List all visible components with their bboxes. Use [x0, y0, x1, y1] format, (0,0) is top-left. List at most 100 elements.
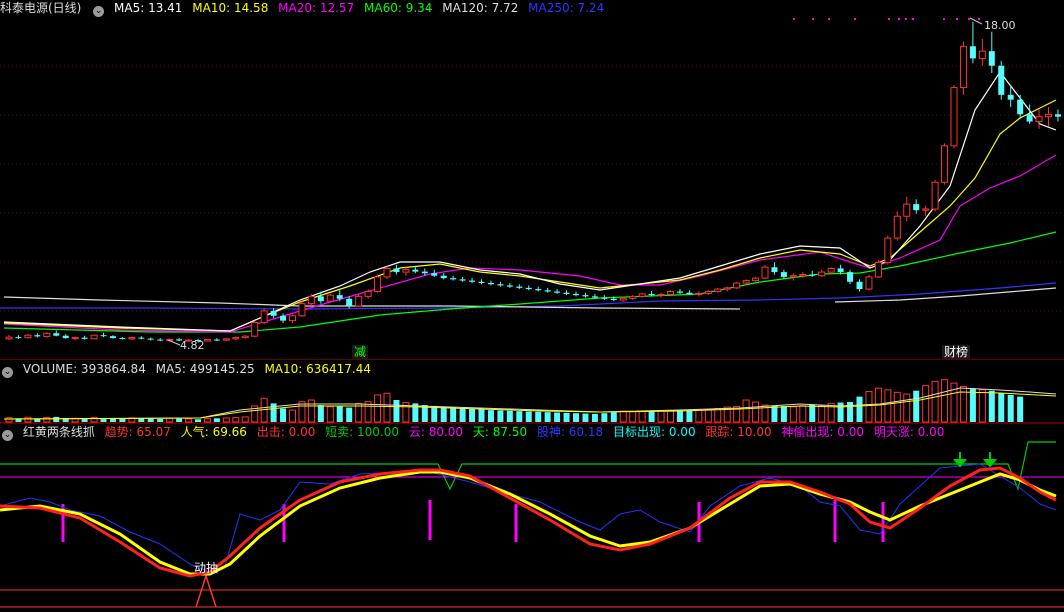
- candle-body: [742, 280, 750, 284]
- volume-bar: [43, 417, 51, 423]
- volume-bar: [638, 411, 646, 423]
- volume-bar: [506, 410, 513, 422]
- candle-body: [213, 339, 220, 341]
- volume-bar: [771, 405, 778, 422]
- volume-bar: [326, 406, 334, 423]
- candle-body: [260, 310, 268, 324]
- volume-bar: [222, 417, 230, 423]
- volume-bar: [383, 392, 391, 423]
- candle-body: [582, 295, 589, 297]
- candle-body: [71, 337, 79, 340]
- candle-body: [203, 339, 211, 342]
- volume-bar: [497, 410, 504, 422]
- chevron-down-icon[interactable]: ⌄: [93, 6, 105, 17]
- volume-bar: [1017, 396, 1024, 422]
- moving-average-lines: [0, 70, 1057, 333]
- candle-body: [714, 288, 722, 292]
- candle-body: [695, 292, 703, 295]
- ma250-label: MA250: 7.24: [528, 1, 605, 15]
- top-signal-dots: [793, 18, 980, 20]
- candle-body: [978, 50, 986, 59]
- volume-bar: [856, 396, 863, 422]
- candle-body: [138, 337, 145, 339]
- volume-bar: [157, 418, 164, 422]
- candle-body: [535, 289, 542, 291]
- volume-bar: [809, 404, 816, 422]
- volume-bar: [307, 399, 315, 423]
- candle-body: [5, 336, 13, 340]
- volume-bar: [195, 419, 201, 422]
- candle-body: [450, 278, 457, 280]
- volume-bar: [450, 407, 457, 422]
- volume-bar: [166, 417, 174, 423]
- candle-body: [856, 281, 863, 290]
- price-chart[interactable]: 18.00 4.82: [0, 0, 1064, 360]
- candle-body: [374, 276, 382, 292]
- volume-bar: [24, 416, 32, 423]
- candle-body: [157, 339, 164, 341]
- volume-bar: [865, 391, 873, 423]
- volume-bar: [969, 388, 976, 422]
- candle-body: [440, 275, 447, 279]
- volume-bar: [525, 411, 532, 422]
- candle-body: [544, 290, 551, 292]
- volume-bar: [317, 405, 324, 422]
- candle-body: [998, 65, 1005, 95]
- volume-bar: [203, 418, 211, 423]
- candle-body: [733, 282, 741, 289]
- indicator-chart[interactable]: 动抽: [0, 424, 1064, 612]
- volume-bar: [648, 410, 655, 422]
- volume-bar: [459, 408, 466, 422]
- candle-body: [723, 287, 731, 290]
- candle-body: [15, 337, 22, 339]
- ma120-line-right: [834, 287, 1057, 303]
- candle-body: [1035, 116, 1043, 123]
- candle-body: [497, 284, 504, 286]
- volume-bar: [686, 410, 693, 422]
- candle-body: [270, 310, 277, 316]
- volume-bar: [5, 417, 13, 423]
- ma250-line: [0, 282, 1057, 310]
- candle-body: [837, 268, 844, 273]
- candle-body: [487, 283, 494, 285]
- volume-bar: [998, 393, 1005, 422]
- volume-bar: [119, 418, 126, 422]
- volume-bar: [780, 406, 787, 422]
- volume-bar: [346, 407, 353, 422]
- volume-bar: [619, 410, 627, 423]
- candle-body: [478, 281, 485, 284]
- candle-body: [610, 298, 617, 300]
- cloud-bars: [61, 500, 885, 542]
- event-tag-reduce[interactable]: 减: [352, 345, 369, 359]
- volume-bar: [601, 413, 608, 422]
- volume-chart[interactable]: [0, 362, 1064, 424]
- volume-bar: [431, 405, 438, 422]
- volume-bar: [582, 413, 589, 422]
- volume-bar: [185, 418, 193, 423]
- volume-bar: [440, 406, 447, 422]
- candle-body: [827, 267, 835, 273]
- volume-bar: [789, 406, 797, 423]
- candle-body: [1017, 99, 1024, 115]
- candle-body: [648, 293, 655, 296]
- volume-bar: [931, 380, 939, 423]
- event-tag-finance[interactable]: 财榜: [942, 345, 971, 359]
- volume-bar: [516, 411, 523, 422]
- candle-body: [771, 267, 778, 273]
- candle-body: [941, 145, 949, 183]
- ma10-line: [3, 99, 1057, 332]
- main-legend: 科泰电源(日线) ⌄ MA5: 13.41 MA10: 14.58 MA20: …: [0, 0, 610, 17]
- volume-bar: [478, 409, 485, 422]
- candle-body: [969, 46, 976, 59]
- candle-body: [232, 337, 240, 340]
- volume-bar: [573, 413, 579, 422]
- candle-body: [676, 291, 683, 293]
- ma5-label: MA5: 13.41: [114, 1, 183, 15]
- candle-body: [402, 269, 410, 273]
- volume-bar: [903, 393, 911, 423]
- ma5-line: [3, 70, 1057, 332]
- candle-body: [53, 333, 60, 336]
- volume-bar: [884, 389, 892, 423]
- security-title[interactable]: 科泰电源(日线): [0, 1, 81, 15]
- candle-body: [393, 268, 400, 273]
